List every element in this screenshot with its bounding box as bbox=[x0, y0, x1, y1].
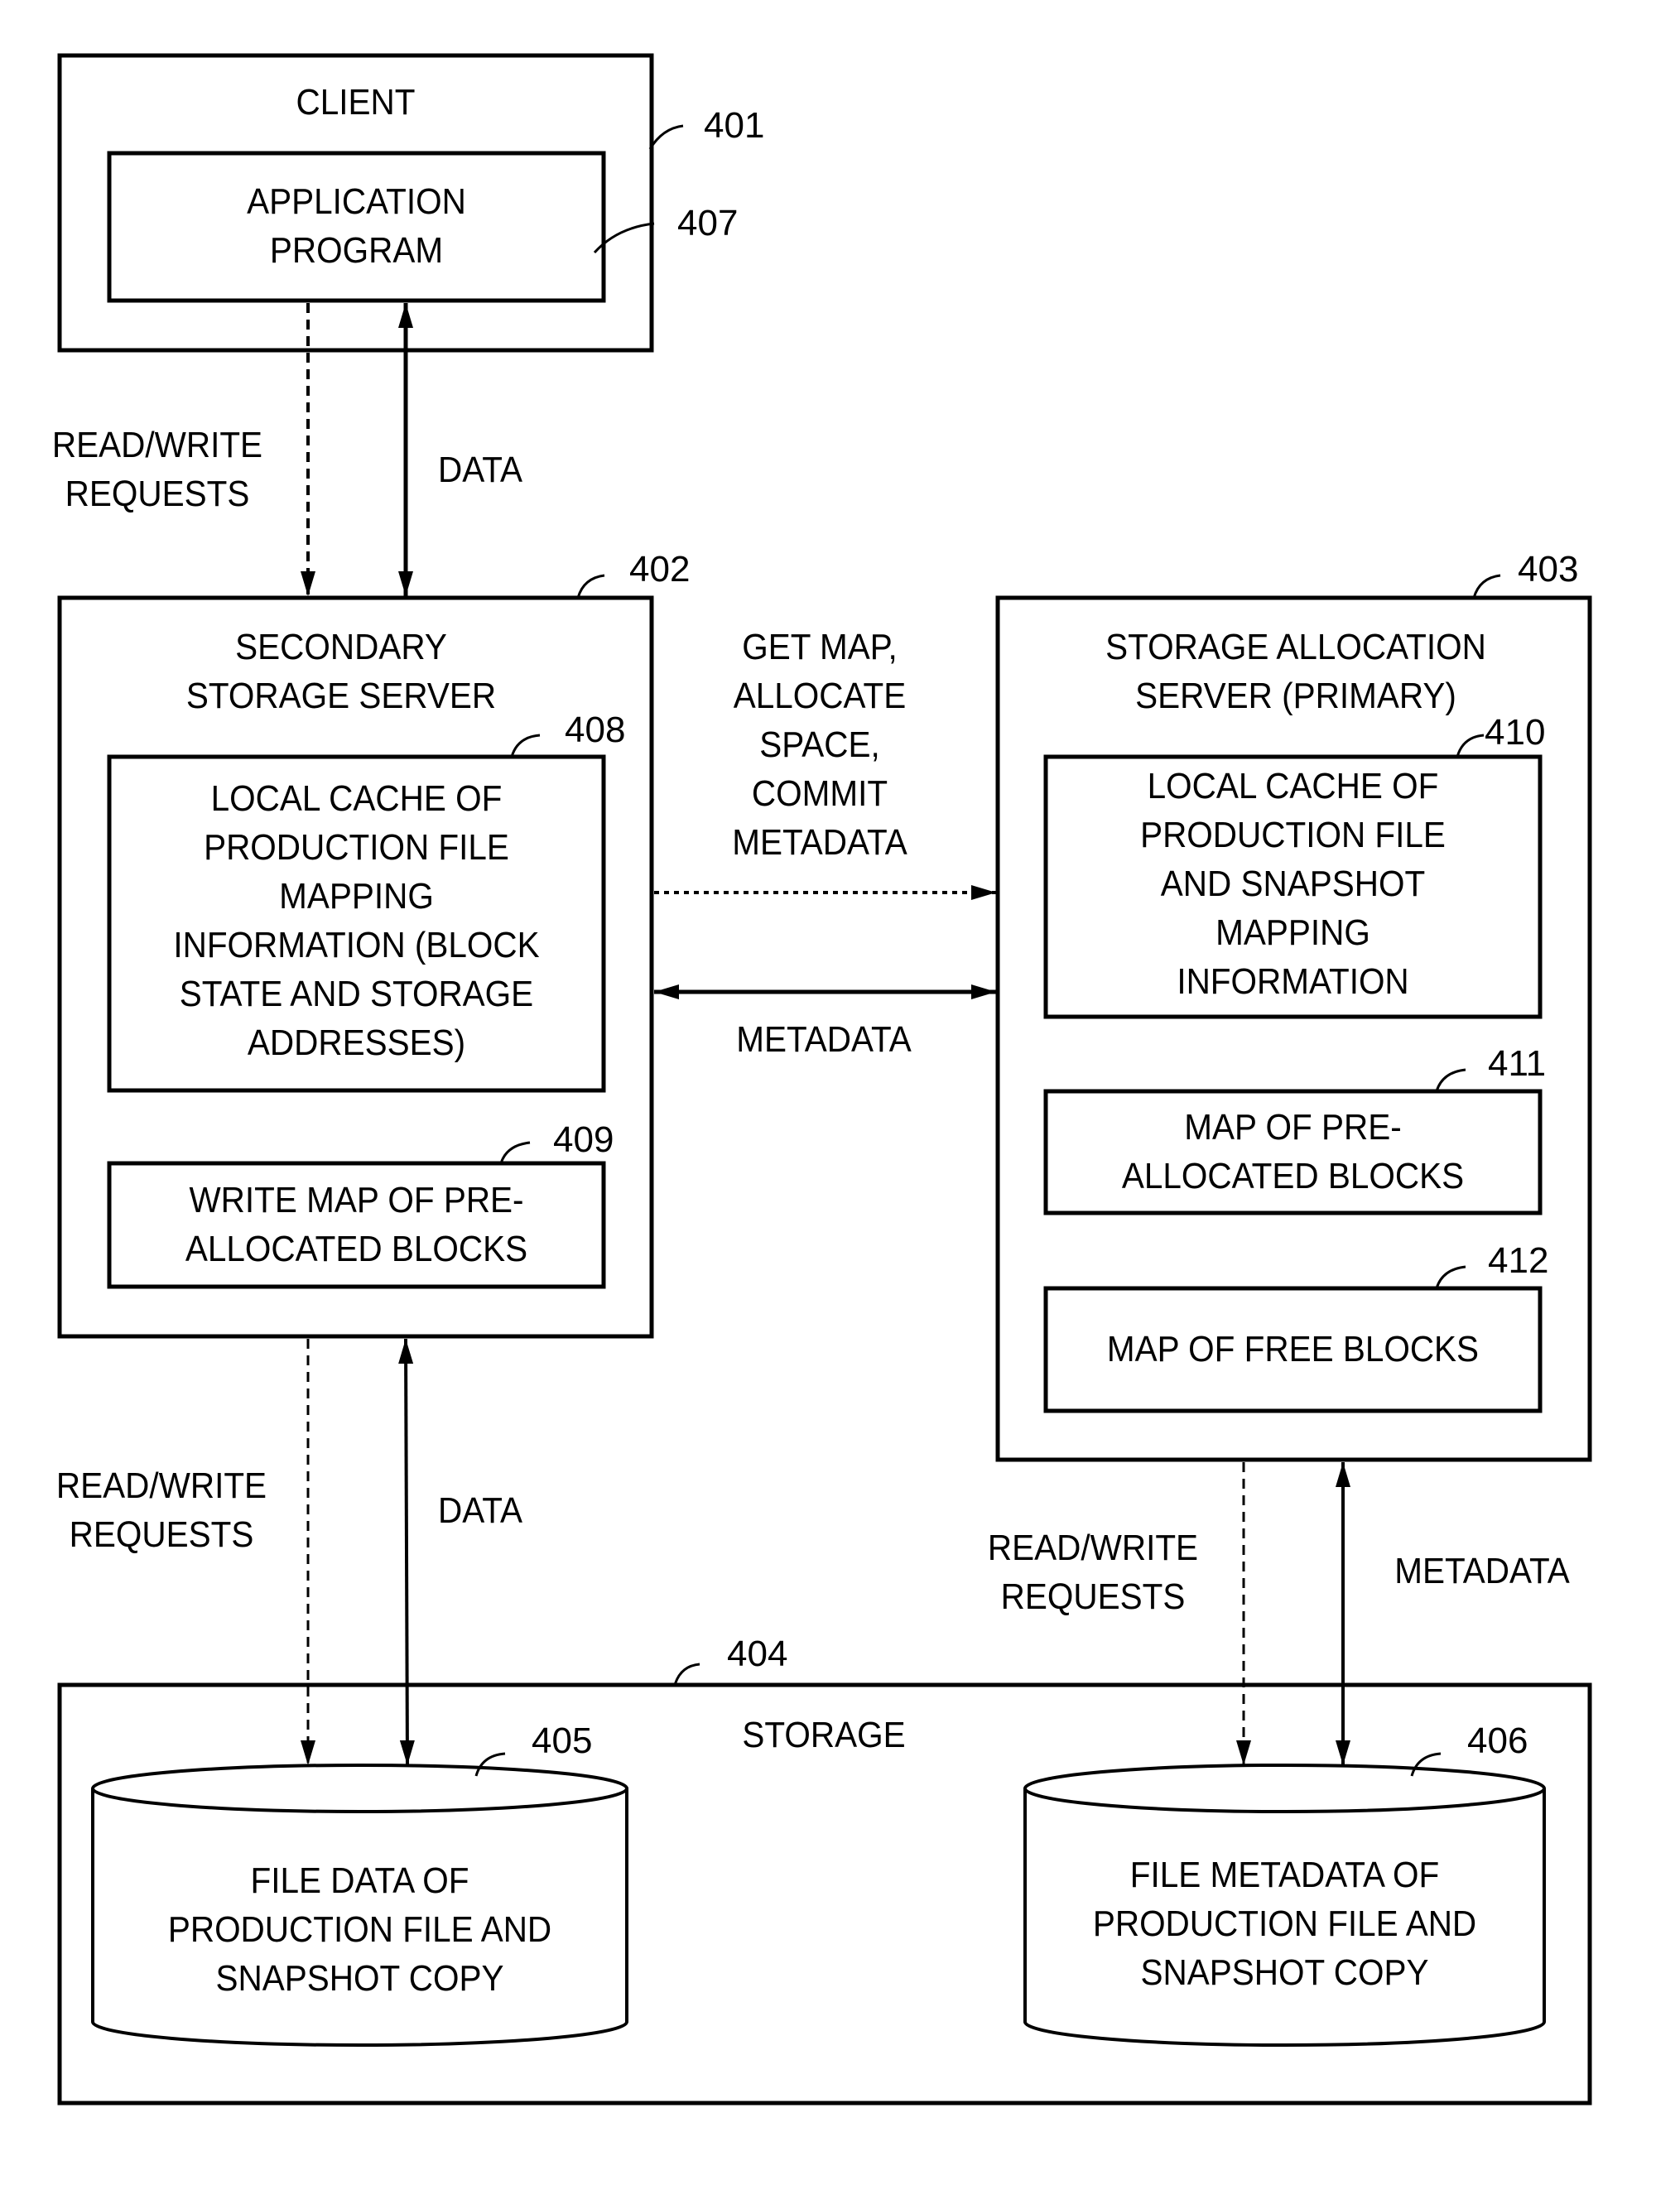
ref-411: 411 bbox=[1488, 1043, 1547, 1084]
write-map-label: WRITE MAP OF PRE- ALLOCATED BLOCKS bbox=[185, 1180, 528, 1269]
leader-403 bbox=[1472, 574, 1501, 599]
ref-410: 410 bbox=[1485, 712, 1546, 753]
ref-412: 412 bbox=[1488, 1240, 1549, 1281]
leader-408 bbox=[510, 734, 541, 758]
ref-409: 409 bbox=[553, 1119, 614, 1160]
leader-401 bbox=[648, 124, 684, 150]
ref-407: 407 bbox=[677, 203, 739, 243]
secondary-data-arrow bbox=[398, 1338, 415, 1766]
secondary-server-label: SECONDARY STORAGE SERVER bbox=[185, 627, 497, 716]
metadata-mid-label: METADATA bbox=[736, 1019, 912, 1060]
ref-405: 405 bbox=[532, 1721, 593, 1761]
leader-402 bbox=[576, 574, 605, 599]
ref-406: 406 bbox=[1467, 1721, 1528, 1761]
local-cache-primary-label: LOCAL CACHE OF PRODUCTION FILE AND SNAPS… bbox=[1140, 766, 1446, 1002]
ref-401: 401 bbox=[704, 105, 765, 146]
primary-metadata-label: METADATA bbox=[1394, 1551, 1570, 1591]
ref-403: 403 bbox=[1518, 549, 1579, 590]
ref-404: 404 bbox=[727, 1634, 788, 1674]
client-rw-label: READ/WRITE REQUESTS bbox=[51, 425, 263, 514]
application-program-label: APPLICATION PROGRAM bbox=[247, 181, 466, 271]
storage-label: STORAGE bbox=[742, 1715, 906, 1755]
leader-410 bbox=[1456, 734, 1485, 758]
file-data-label: FILE DATA OF PRODUCTION FILE AND SNAPSHO… bbox=[167, 1860, 552, 1999]
client-data-label: DATA bbox=[438, 450, 522, 490]
free-blocks-map-label: MAP OF FREE BLOCKS bbox=[1106, 1329, 1480, 1369]
primary-server-label: STORAGE ALLOCATION SERVER (PRIMARY) bbox=[1105, 627, 1486, 716]
client-label: CLIENT bbox=[296, 82, 416, 123]
file-metadata-label: FILE METADATA OF PRODUCTION FILE AND SNA… bbox=[1092, 1855, 1477, 1993]
leader-404 bbox=[673, 1663, 700, 1686]
ref-408: 408 bbox=[565, 710, 626, 750]
leader-411 bbox=[1435, 1068, 1466, 1092]
secondary-rw-label: READ/WRITE REQUESTS bbox=[55, 1465, 267, 1555]
preallocated-map-label: MAP OF PRE- ALLOCATED BLOCKS bbox=[1121, 1107, 1465, 1196]
leader-412 bbox=[1435, 1265, 1466, 1289]
local-cache-secondary-label: LOCAL CACHE OF PRODUCTION FILE MAPPING I… bbox=[173, 778, 540, 1063]
secondary-data-label: DATA bbox=[438, 1490, 522, 1531]
get-map-label: GET MAP, ALLOCATE SPACE, COMMIT METADATA bbox=[732, 627, 907, 863]
primary-rw-label: READ/WRITE REQUESTS bbox=[987, 1528, 1199, 1617]
ref-402: 402 bbox=[629, 549, 691, 590]
leader-409 bbox=[499, 1141, 531, 1164]
